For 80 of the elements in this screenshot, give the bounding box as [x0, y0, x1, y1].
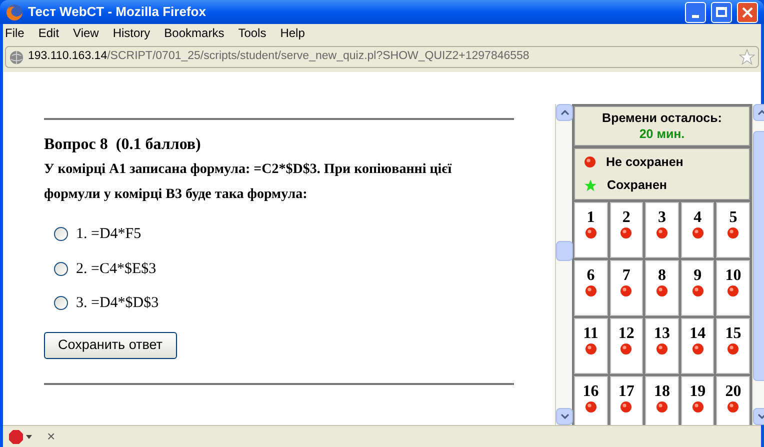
legend-label: Сохранен: [607, 176, 667, 194]
question-number: 18: [654, 382, 670, 400]
question-tile[interactable]: 11: [574, 318, 608, 374]
question-number: 10: [725, 266, 742, 284]
close-button[interactable]: [737, 2, 758, 22]
question-number: 17: [618, 382, 634, 400]
menu-item[interactable]: Bookmarks: [164, 24, 224, 42]
adblock-icon[interactable]: [9, 430, 35, 444]
option-label: 3. =D4*$D$3: [76, 294, 159, 313]
globe-icon: [9, 50, 24, 64]
question-number: 6: [586, 266, 595, 284]
radio-button[interactable]: [54, 227, 68, 242]
question-tile[interactable]: 10: [716, 260, 750, 316]
question-tile[interactable]: 6: [574, 260, 608, 316]
question-tile[interactable]: 13: [645, 318, 679, 374]
question-tile[interactable]: 15: [716, 318, 750, 374]
question-tile[interactable]: 2: [610, 202, 644, 258]
question-tile[interactable]: 8: [645, 260, 679, 316]
menu-item[interactable]: History: [112, 24, 150, 42]
radio-button[interactable]: [54, 262, 68, 276]
question-tile[interactable]: 4: [680, 202, 714, 258]
close-bar-button[interactable]: ×: [47, 426, 56, 447]
question-tile[interactable]: 14: [680, 318, 714, 374]
menu-item[interactable]: Edit: [38, 24, 60, 42]
option-label: 1. =D4*F5: [76, 225, 142, 244]
question-tile[interactable]: 9: [680, 260, 714, 316]
question-number: 13: [654, 324, 670, 342]
close-icon: [742, 6, 753, 18]
question-number: 11: [583, 324, 598, 342]
star-icon: [584, 178, 597, 192]
url-host: 193.110.163.14: [28, 49, 108, 64]
dot-icon: [584, 156, 596, 168]
question-tile[interactable]: 19: [680, 376, 714, 425]
question-tile[interactable]: 16: [574, 376, 608, 425]
save-answer-button[interactable]: Сохранить ответ: [44, 332, 176, 358]
question-heading: Вопрос 8 (0.1 баллов): [44, 135, 202, 155]
question-tile[interactable]: 18: [645, 376, 679, 425]
question-number: 2: [622, 208, 630, 226]
menu-item[interactable]: File: [5, 24, 24, 42]
question-tile[interactable]: 3: [645, 202, 679, 258]
scroll-up-button[interactable]: [556, 104, 573, 121]
question-number: 8: [658, 266, 666, 284]
question-number: 15: [725, 324, 742, 342]
question-tile[interactable]: 12: [610, 318, 644, 374]
question-tile[interactable]: 7: [610, 260, 644, 316]
question-number: 5: [729, 208, 738, 226]
option-label: 2. =C4*$E$3: [76, 260, 156, 278]
question-number: 16: [582, 382, 599, 400]
menu-item[interactable]: Help: [280, 24, 305, 42]
url-path: /SCRIPT/0701_25/scripts/student/serve_new_quiz.pl?SHOW_QUIZ2+1297846558: [107, 49, 530, 64]
question-number: 1: [586, 208, 595, 226]
window-title: Тест WebCT - Mozilla Firefox: [28, 3, 207, 22]
question-tile[interactable]: 5: [716, 202, 750, 258]
question-tile[interactable]: 20: [716, 376, 750, 425]
menu-item[interactable]: View: [73, 24, 99, 42]
question-number: 9: [694, 266, 702, 284]
scroll-down-button[interactable]: [556, 408, 573, 425]
scroll-thumb[interactable]: [556, 241, 573, 261]
question-number: 4: [694, 208, 702, 226]
question-number: 19: [690, 382, 706, 400]
address-bar[interactable]: 193.110.163.14/SCRIPT/0701_25/scripts/student/serve_new_quiz.pl?SHOW_QUIZ2+1297846558: [5, 46, 759, 68]
question-number: 3: [658, 208, 666, 226]
radio-button[interactable]: [54, 296, 68, 310]
maximize-button[interactable]: [711, 2, 732, 22]
question-number: 7: [622, 266, 630, 284]
question-tile[interactable]: 17: [610, 376, 644, 425]
star-icon[interactable]: [739, 49, 755, 65]
menu-item[interactable]: Tools: [238, 24, 266, 42]
question-number: 14: [690, 324, 706, 342]
question-tile[interactable]: 1: [574, 202, 608, 258]
question-number: 20: [725, 382, 742, 400]
question-number: 12: [618, 324, 634, 342]
time-left-label: Времени осталось:: [602, 110, 722, 126]
scrollbar[interactable]: [555, 104, 572, 425]
question-text: У комірці А1 записана формула: =C2*$D$3. При копіюванні цієї формули у комірці В3 буде така формула:: [44, 161, 453, 204]
scrollbar[interactable]: [752, 104, 764, 425]
legend-label: Не сохранен: [606, 154, 684, 171]
time-left-value: 20 мин.: [639, 126, 685, 142]
minimize-button[interactable]: [685, 2, 706, 22]
browser-logo-icon: [6, 4, 23, 20]
